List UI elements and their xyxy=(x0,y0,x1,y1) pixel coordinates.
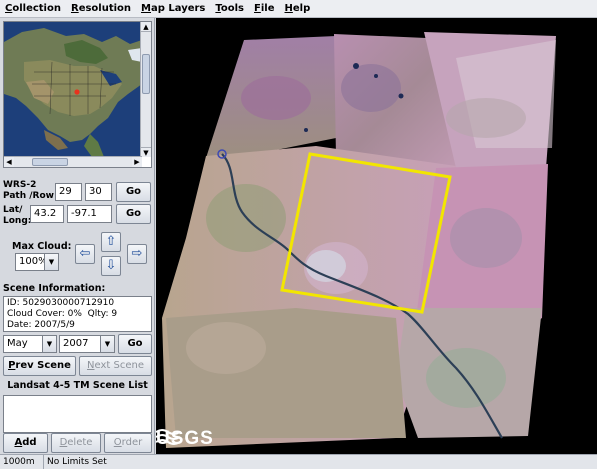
arrow-left-icon: ⇦ xyxy=(79,246,91,261)
menu-tools-label: ools xyxy=(220,2,245,14)
menu-collection[interactable]: Collection xyxy=(0,0,66,18)
latlong-go-button[interactable]: Go xyxy=(116,204,151,224)
menu-tools[interactable]: Tools xyxy=(210,0,249,18)
menu-help-mnemonic: H xyxy=(284,2,293,14)
order-label: rder xyxy=(121,437,143,448)
map-view[interactable]: USGS xyxy=(156,18,597,454)
menu-collection-label: ollection xyxy=(12,2,61,14)
current-location-marker xyxy=(74,89,80,95)
overview-map[interactable]: ▲ ▼ ◀ ▶ xyxy=(3,21,152,168)
scene-quality: Qlty: 9 xyxy=(87,309,118,319)
overview-vscroll-thumb[interactable] xyxy=(142,54,150,94)
order-mnemonic: O xyxy=(113,437,122,448)
prev-scene-button[interactable]: Prev Scene xyxy=(3,356,76,376)
scene-cloud-quality-row: Cloud Cover: 0% Qlty: 9 xyxy=(7,309,148,320)
scene-info-label: Scene Information: xyxy=(3,283,106,294)
longitude-field[interactable]: -97.1 xyxy=(67,205,112,223)
scene-id: ID: 5029030000712910 xyxy=(7,298,115,308)
month-value: May xyxy=(7,338,28,349)
arrow-down-icon: ⇩ xyxy=(105,258,117,273)
nav-left-button[interactable]: ⇦ xyxy=(75,244,95,264)
usgs-logo: USGS xyxy=(156,426,250,452)
menu-map-layers-mnemonic: M xyxy=(141,2,151,14)
menu-bar: Collection Resolution Map Layers Tools F… xyxy=(0,0,597,18)
scene-cloud-cover: Cloud Cover: 0% xyxy=(7,309,82,319)
month-select[interactable]: May ▼ xyxy=(3,335,57,353)
menu-map-layers-label: ap Layers xyxy=(151,2,206,14)
menu-file-mnemonic: F xyxy=(254,2,261,14)
scroll-down-icon[interactable]: ▼ xyxy=(141,147,151,157)
overview-hscroll-thumb[interactable] xyxy=(32,158,68,166)
overview-horizontal-scrollbar[interactable]: ◀ ▶ xyxy=(4,156,142,167)
menu-file[interactable]: File xyxy=(249,0,279,18)
year-value: 2007 xyxy=(63,338,89,349)
scene-info-box: ID: 5029030000712910 Cloud Cover: 0% Qlt… xyxy=(3,296,152,332)
limits-status: No Limits Set xyxy=(47,457,107,467)
menu-help-label: elp xyxy=(292,2,311,14)
order-button[interactable]: Order xyxy=(104,433,152,453)
scene-date: Date: 2007/5/9 xyxy=(7,320,75,330)
latlong-label-line1: Lat/ xyxy=(3,205,23,215)
chevron-down-icon: ▼ xyxy=(42,336,56,352)
nav-right-button[interactable]: ⇨ xyxy=(127,244,147,264)
scroll-right-icon[interactable]: ▶ xyxy=(132,157,142,167)
add-button[interactable]: Add xyxy=(3,433,48,453)
add-label: dd xyxy=(22,437,37,448)
year-select[interactable]: 2007 ▼ xyxy=(59,335,115,353)
menu-file-label: ile xyxy=(260,2,275,14)
status-bar: 1000m No Limits Set xyxy=(0,454,597,469)
next-scene-mnemonic: N xyxy=(87,360,95,371)
overview-vertical-scrollbar[interactable]: ▲ ▼ xyxy=(140,22,151,157)
row-field[interactable]: 30 xyxy=(85,183,112,201)
satellite-imagery xyxy=(162,32,556,448)
control-panel: ▲ ▼ ◀ ▶ WRS-2 Path /Row: 29 30 Go Lat/ L… xyxy=(0,18,155,454)
chevron-down-icon: ▼ xyxy=(44,254,58,270)
delete-button[interactable]: Delete xyxy=(51,433,101,453)
scroll-left-icon[interactable]: ◀ xyxy=(4,157,14,167)
scene-list-title: Landsat 4-5 TM Scene List xyxy=(7,380,148,391)
overview-map-image xyxy=(4,22,142,157)
prev-scene-label: rev Scene xyxy=(15,360,71,371)
menu-map-layers[interactable]: Map Layers xyxy=(136,0,210,18)
next-scene-label: ext Scene xyxy=(94,360,144,371)
next-scene-button[interactable]: Next Scene xyxy=(79,356,152,376)
wrs-label-line2: Path /Row: xyxy=(3,191,58,201)
arrow-right-icon: ⇨ xyxy=(131,246,143,261)
map-scale: 1000m xyxy=(0,455,44,469)
menu-resolution-mnemonic: R xyxy=(70,2,79,14)
wrs-label-line1: WRS-2 xyxy=(3,180,37,190)
nav-down-button[interactable]: ⇩ xyxy=(101,256,121,276)
max-cloud-label: Max Cloud: xyxy=(12,241,72,252)
scene-list[interactable] xyxy=(3,395,152,433)
path-field[interactable]: 29 xyxy=(55,183,82,201)
menu-help[interactable]: Help xyxy=(280,0,316,18)
nav-up-button[interactable]: ⇧ xyxy=(101,232,121,252)
arrow-up-icon: ⇧ xyxy=(105,234,117,249)
chevron-down-icon: ▼ xyxy=(100,336,114,352)
latitude-field[interactable]: 43.2 xyxy=(30,205,64,223)
delete-label: elete xyxy=(67,437,93,448)
latlong-label-line2: Long: xyxy=(3,216,32,226)
menu-resolution[interactable]: Resolution xyxy=(66,0,136,18)
date-go-button[interactable]: Go xyxy=(118,334,152,354)
menu-resolution-label: esolution xyxy=(78,2,132,14)
wrs-go-button[interactable]: Go xyxy=(116,182,151,202)
usgs-wave-icon xyxy=(156,429,180,445)
scroll-up-icon[interactable]: ▲ xyxy=(141,22,151,32)
max-cloud-select[interactable]: 100% ▼ xyxy=(15,253,59,271)
